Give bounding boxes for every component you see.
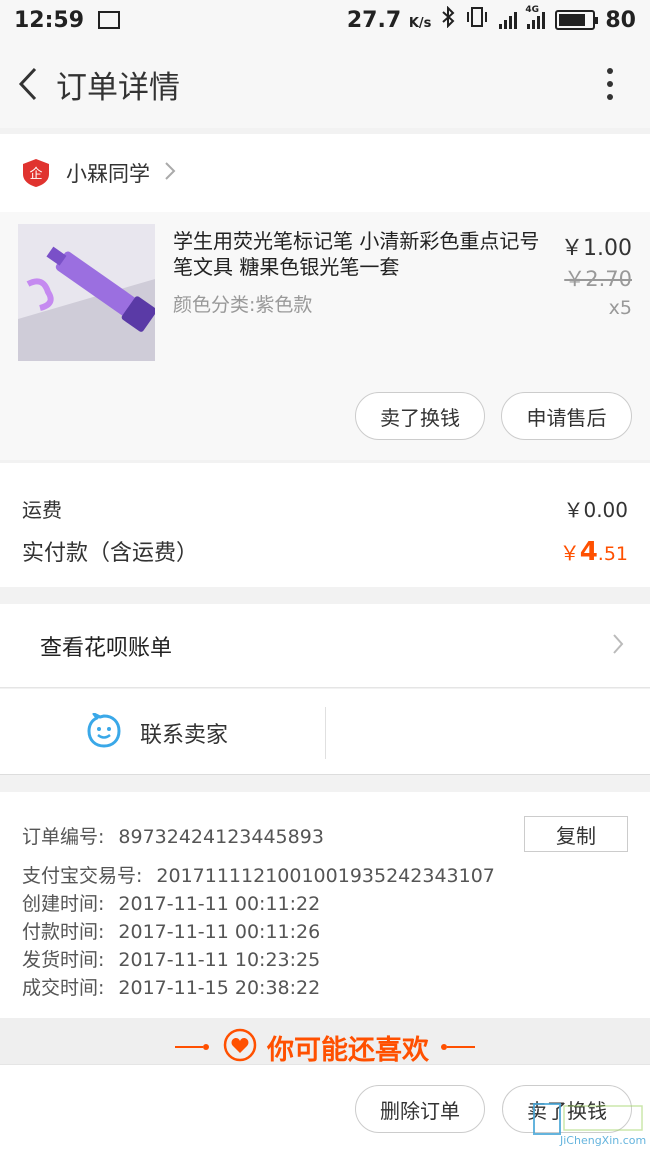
paid-time-line: 付款时间: 2017-11-11 00:11:26 — [22, 921, 321, 943]
product-title[interactable]: 学生用荧光笔标记笔 小清新彩色重点记号笔文具 糖果色银光笔一套 — [173, 228, 558, 280]
decor-line-right — [441, 1044, 475, 1050]
image-notification-icon — [98, 11, 121, 29]
shop-row[interactable]: 企 小槑同学 — [0, 134, 650, 212]
delete-order-button[interactable]: 删除订单 — [355, 1085, 485, 1133]
chevron-right-icon — [164, 161, 176, 185]
cost-summary: 运费 ￥0.00 实付款（含运费） ￥4.51 — [0, 463, 650, 587]
product-thumbnail[interactable] — [18, 224, 155, 361]
copy-button[interactable]: 复制 — [524, 816, 628, 852]
product-quantity: x5 — [608, 297, 632, 319]
page-title: 订单详情 — [56, 69, 180, 106]
contact-bar: 联系卖家 — [0, 689, 650, 775]
status-bar: 12:59 27.7 K/s 4G 80 — [0, 0, 650, 40]
contact-seller-label: 联系卖家 — [140, 723, 229, 748]
watermark-logo: JiChengXin.com — [530, 1100, 650, 1155]
heart-icon — [223, 1028, 257, 1066]
recommend-title: 你可能还喜欢 — [267, 1034, 429, 1066]
paid-amount: ￥4.51 — [559, 537, 628, 567]
shipping-value: ￥0.00 — [563, 498, 628, 522]
vibrate-icon — [465, 6, 489, 34]
status-right: 27.7 K/s 4G 80 — [346, 5, 636, 34]
paid-label: 实付款（含运费） — [22, 541, 199, 566]
product-sku: 颜色分类:紫色款 — [173, 294, 313, 316]
sell-for-cash-button[interactable]: 卖了换钱 — [355, 392, 485, 440]
more-options-icon[interactable] — [600, 64, 620, 104]
decor-line-left — [175, 1044, 209, 1050]
shop-name: 小槑同学 — [66, 162, 150, 186]
bluetooth-icon — [441, 5, 455, 34]
shop-logo-icon: 企 — [22, 158, 50, 188]
network-speed: 27.7 K/s — [346, 7, 432, 33]
order-number-line: 订单编号: 89732424123445893 — [22, 826, 324, 848]
created-time-line: 创建时间: 2017-11-11 00:11:22 — [22, 893, 321, 915]
status-time: 12:59 — [14, 7, 85, 33]
product-original-price: ￥2.70 — [564, 267, 632, 291]
chat-bubble-icon — [86, 712, 122, 753]
battery-icon — [555, 10, 599, 30]
product-price: ￥1.00 — [561, 236, 632, 261]
completed-time-line: 成交时间: 2017-11-15 20:38:22 — [22, 977, 321, 999]
signal-icon — [499, 11, 518, 29]
shipped-time-line: 发货时间: 2017-11-11 10:23:25 — [22, 949, 321, 971]
battery-level: 80 — [605, 7, 636, 33]
order-info: 订单编号: 89732424123445893 复制 支付宝交易号: 2017111… — [0, 792, 650, 1018]
back-icon[interactable] — [8, 64, 48, 104]
huabei-label: 查看花呗账单 — [40, 635, 173, 661]
contact-seller-button[interactable]: 联系卖家 — [86, 712, 229, 753]
divider — [325, 707, 326, 759]
product-item[interactable]: 学生用荧光笔标记笔 小清新彩色重点记号笔文具 糖果色银光笔一套 颜色分类:紫色款… — [0, 212, 650, 460]
alipay-trade-line: 支付宝交易号: 2017111121001001935242343107 — [22, 865, 495, 887]
chevron-right-icon — [612, 633, 624, 659]
shipping-row: 运费 ￥0.00 — [22, 494, 628, 523]
after-sale-button[interactable]: 申请售后 — [501, 392, 632, 440]
huabei-bill-row[interactable]: 查看花呗账单 — [0, 604, 650, 688]
paid-row: 实付款（含运费） ￥4.51 — [22, 535, 628, 567]
signal-4g-icon: 4G — [525, 5, 546, 29]
nav-bar: 订单详情 — [0, 40, 650, 128]
svg-text:企: 企 — [29, 166, 42, 182]
shipping-label: 运费 — [22, 498, 62, 522]
